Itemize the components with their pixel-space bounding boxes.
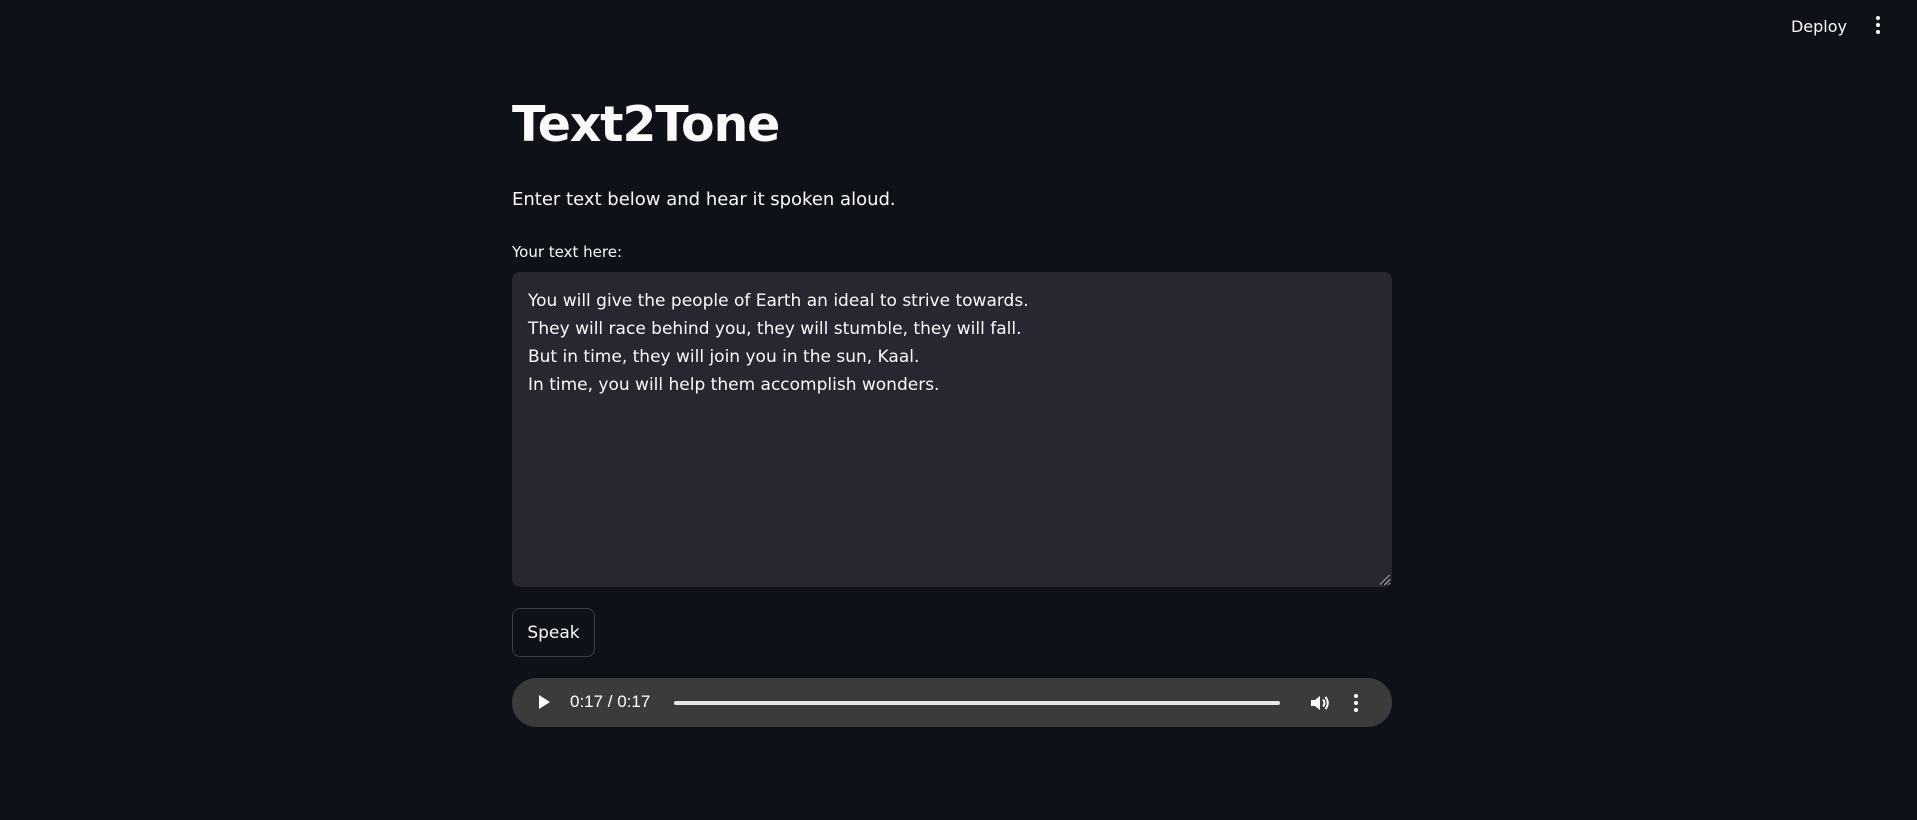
audio-player: 0:17 / 0:17 [512,678,1392,727]
volume-icon[interactable] [1308,691,1332,715]
deploy-button[interactable]: Deploy [1782,13,1856,39]
resize-handle-icon[interactable] [1380,575,1390,585]
page-subtitle: Enter text below and hear it spoken alou… [512,189,896,210]
audio-time-display: 0:17 / 0:17 [570,692,651,711]
audio-seek-bar[interactable] [674,701,1280,705]
page-title: Text2Tone [512,96,780,153]
play-icon[interactable] [534,692,554,712]
main-menu-icon[interactable] [1866,11,1890,39]
text-input-area[interactable]: You will give the people of Earth an ide… [512,272,1392,587]
text-input-label: Your text here: [512,243,623,261]
more-options-icon[interactable] [1350,691,1362,715]
top-toolbar: Deploy [0,0,1917,50]
audio-seek-progress [674,701,1280,705]
speak-button[interactable]: Speak [512,608,595,657]
